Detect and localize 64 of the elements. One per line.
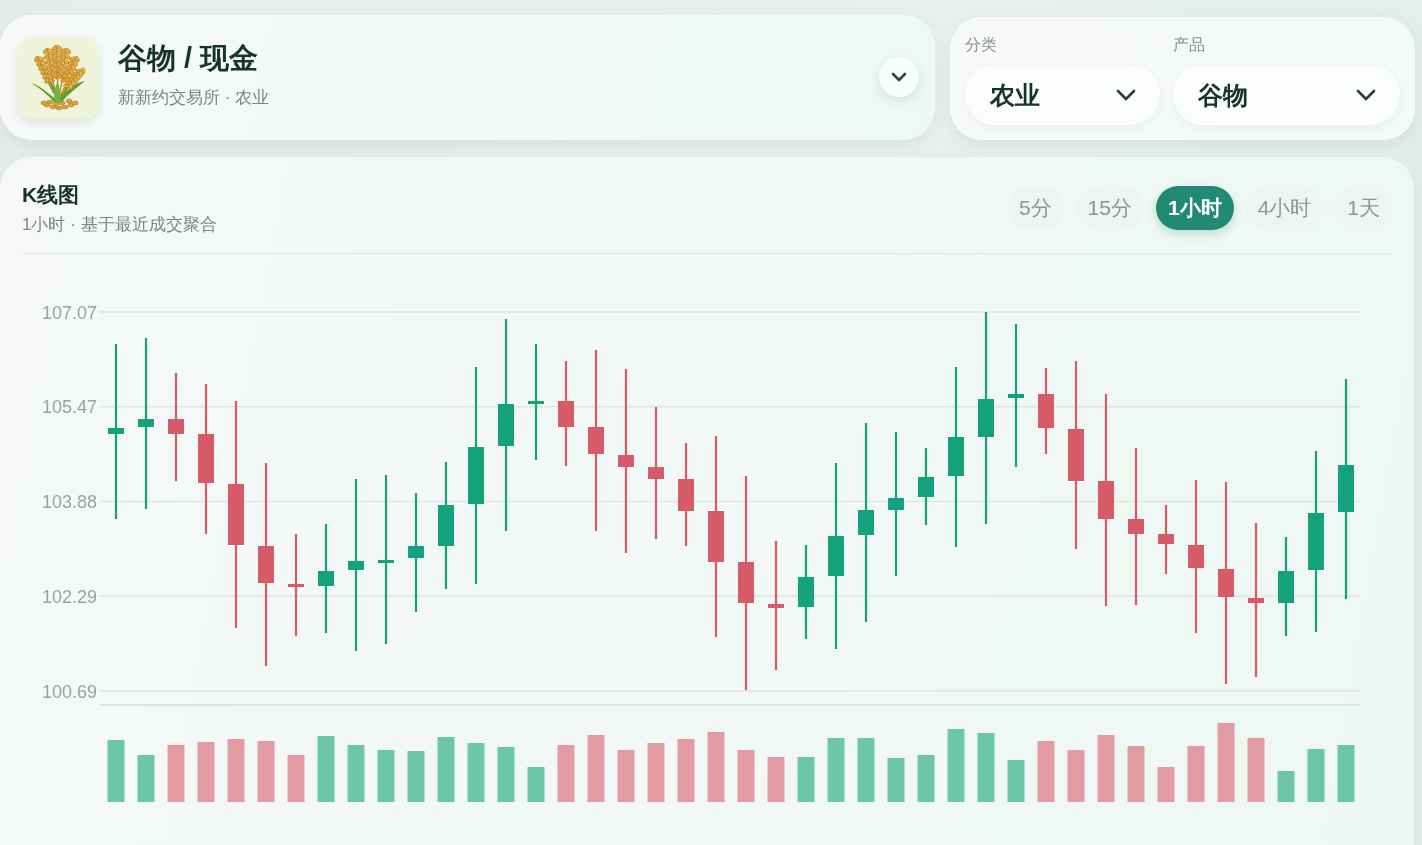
chevron-down-icon — [1116, 89, 1136, 101]
volume-bar — [1007, 760, 1025, 802]
volume-bar — [827, 738, 845, 802]
volume-bar — [197, 742, 215, 802]
y-axis-label: 100.69 — [41, 681, 97, 702]
y-axis-label: 103.88 — [41, 492, 97, 512]
volume-bar — [797, 757, 815, 802]
volume-bar — [647, 743, 665, 802]
volume-bar — [317, 736, 335, 802]
volume-bar — [527, 767, 545, 802]
volume-bar — [1247, 738, 1265, 802]
wheat-icon — [17, 36, 99, 119]
market-subtitle: 新新约交易所 · 农业 — [118, 87, 271, 109]
filter-label: 分类 — [965, 35, 998, 55]
volume-bar — [137, 755, 155, 802]
volume-bar — [857, 738, 875, 802]
volume-bar — [737, 750, 755, 802]
chevron-down-icon — [891, 71, 907, 82]
market-title: 谷物 / 现金 — [118, 41, 260, 75]
chevron-down-icon — [1356, 89, 1376, 101]
filter-label: 产品 — [1173, 35, 1206, 55]
volume-bar — [107, 740, 125, 802]
volume-bar — [467, 743, 485, 802]
falling-candle — [1158, 505, 1174, 574]
y-axis-label: 105.47 — [41, 397, 97, 418]
volume-bar — [407, 751, 425, 802]
volume-bar — [977, 733, 995, 802]
filter-dropdown[interactable]: 农业 — [965, 65, 1160, 125]
filter-dropdown[interactable]: 谷物 — [1173, 65, 1400, 125]
volume-bar — [1037, 741, 1055, 802]
timeframe-tab[interactable]: 15分 — [1075, 186, 1144, 230]
expand-button[interactable] — [879, 56, 919, 97]
volume-bar — [437, 737, 455, 802]
volume-bar — [587, 735, 605, 802]
volume-bar — [1157, 767, 1175, 802]
volume-bar — [767, 757, 785, 802]
volume-bar — [1067, 750, 1085, 802]
timeframe-tab[interactable]: 1小时 — [1155, 186, 1234, 230]
chart-title: K线图 — [22, 182, 81, 208]
timeframe-tab[interactable]: 5分 — [1006, 186, 1064, 230]
y-axis-label: 107.07 — [41, 302, 97, 323]
volume-bar — [377, 750, 395, 802]
volume-bar — [887, 758, 905, 802]
volume-bar — [1337, 745, 1355, 802]
volume-bar — [287, 755, 305, 802]
volume-bar — [1097, 735, 1115, 802]
chart-subtitle: 1小时 · 基于最近成交聚合 — [22, 214, 217, 236]
volume-bar — [617, 750, 635, 802]
volume-bar — [167, 745, 185, 802]
volume-bar — [1187, 746, 1205, 802]
timeframe-tab[interactable]: 1天 — [1335, 186, 1392, 230]
volume-bar — [1277, 771, 1295, 802]
volume-bar — [347, 745, 365, 802]
timeframe-tab[interactable]: 4小时 — [1245, 186, 1324, 230]
volume-bar — [677, 739, 695, 802]
volume-bar — [227, 739, 245, 802]
volume-bar — [497, 747, 515, 802]
volume-bar — [1127, 746, 1145, 802]
volume-bar — [257, 741, 275, 802]
volume-bar — [917, 755, 935, 802]
volume-bar — [1307, 749, 1325, 802]
y-axis-label: 102.29 — [41, 586, 97, 607]
volume-bar — [557, 745, 575, 802]
volume-bar — [707, 732, 725, 802]
